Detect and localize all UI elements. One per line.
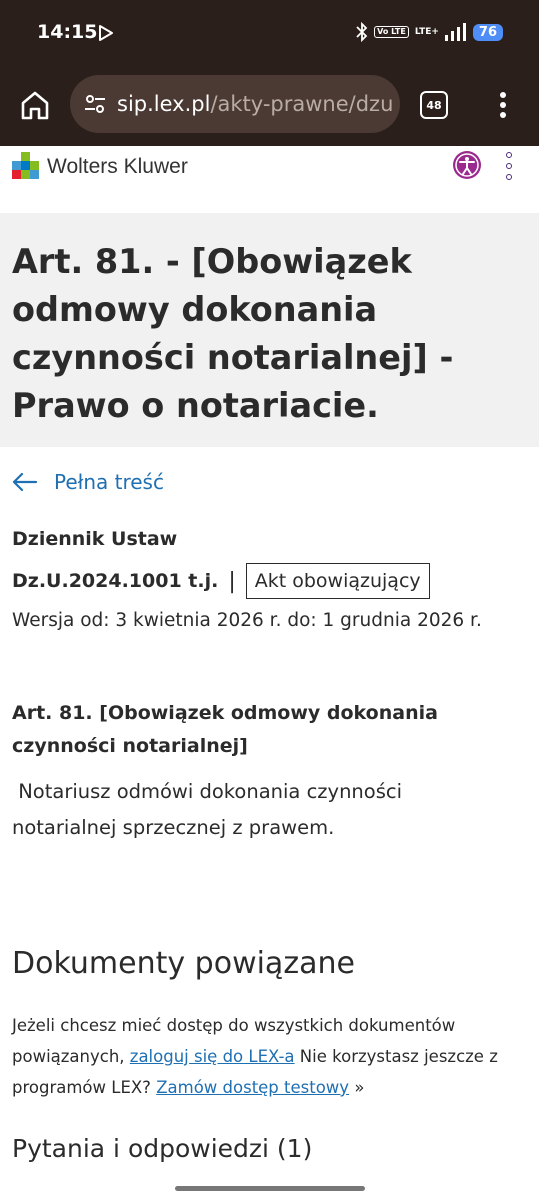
site-settings-icon[interactable] xyxy=(82,91,108,117)
act-identifier: Dz.U.2024.1001 t.j. xyxy=(12,570,219,592)
browser-menu-button[interactable] xyxy=(496,90,510,120)
url-path: /akty-prawne/dzu xyxy=(210,92,394,116)
address-bar[interactable]: sip.lex.pl/akty-prawne/dzu xyxy=(70,75,400,133)
lte-label: LTE+ xyxy=(414,27,439,37)
home-icon[interactable] xyxy=(18,88,52,122)
menu-dot-icon xyxy=(506,174,512,180)
menu-dot-icon xyxy=(500,112,506,118)
related-docs-title: Dokumenty powiązane xyxy=(12,946,355,981)
trial-access-link[interactable]: Zamów dostęp testowy xyxy=(156,1078,349,1097)
brand-name[interactable]: Wolters Kluwer xyxy=(47,155,188,179)
full-text-link[interactable]: Pełna treść xyxy=(12,470,164,494)
menu-dot-icon xyxy=(500,92,506,98)
signal-icon xyxy=(444,23,466,41)
url-text[interactable]: sip.lex.pl/akty-prawne/dzu xyxy=(117,92,393,116)
qa-section-title[interactable]: Pytania i odpowiedzi (1) xyxy=(12,1134,312,1163)
full-text-label: Pełna treść xyxy=(54,470,164,494)
menu-dot-icon xyxy=(506,163,512,169)
status-icons: Vo LTE LTE+ 76 xyxy=(356,22,503,42)
status-badge: Akt obowiązujący xyxy=(245,563,430,599)
volte-icon: Vo LTE xyxy=(374,26,409,38)
article-body: Notariusz odmówi dokonania czynności not… xyxy=(12,780,409,839)
tab-switcher-button[interactable]: 48 xyxy=(420,91,448,119)
accessibility-icon[interactable] xyxy=(452,150,482,180)
site-menu-button[interactable] xyxy=(502,150,518,182)
act-meta-row: Dz.U.2024.1001 t.j. | Akt obowiązujący xyxy=(12,563,430,599)
arrow-left-icon xyxy=(12,472,38,492)
gesture-bar[interactable] xyxy=(175,1186,365,1191)
related-docs-text: Jeżeli chcesz mieć dostęp do wszystkich … xyxy=(12,1010,532,1103)
play-store-icon xyxy=(99,25,113,41)
page-title: Art. 81. - [Obowiązek odmowy dokonania c… xyxy=(12,242,454,425)
menu-dot-icon xyxy=(506,152,512,158)
url-domain: sip.lex.pl xyxy=(117,92,211,116)
publisher: Dziennik Ustaw xyxy=(12,528,178,550)
login-link[interactable]: zaloguj się do LEX-a xyxy=(130,1047,295,1066)
article-heading: Art. 81. [Obowiązek odmowy dokonania czy… xyxy=(12,702,438,757)
battery-indicator: 76 xyxy=(472,23,503,41)
menu-dot-icon xyxy=(500,102,506,108)
bluetooth-icon xyxy=(356,22,368,42)
related-text-after: » xyxy=(349,1078,365,1097)
separator: | xyxy=(228,568,236,594)
version-dates: Wersja od: 3 kwietnia 2026 r. do: 1 grud… xyxy=(12,610,482,631)
status-time: 14:15 xyxy=(37,21,98,43)
wolters-kluwer-logo-icon[interactable] xyxy=(12,152,40,180)
